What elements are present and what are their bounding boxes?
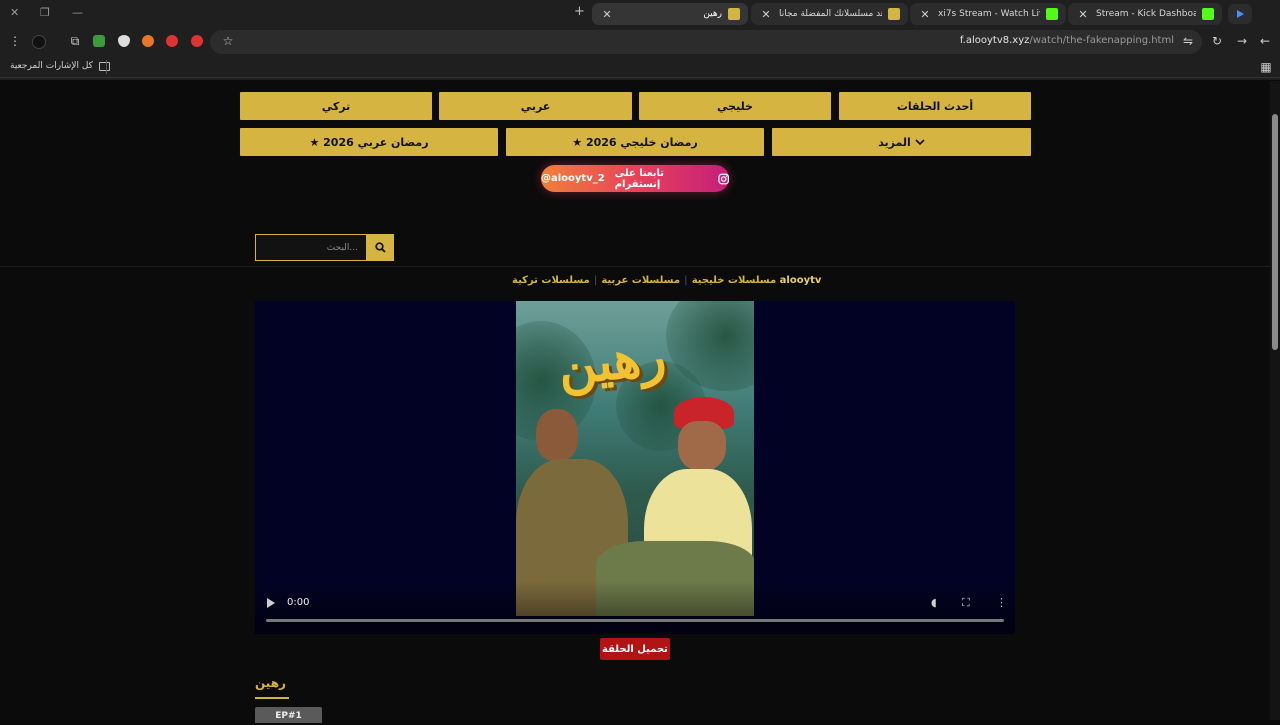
- nav-more[interactable]: المزيد: [772, 128, 1031, 156]
- extension-green-icon[interactable]: [93, 35, 105, 47]
- all-bookmarks-label: كل الإشارات المرجعية: [10, 61, 93, 71]
- bookmarks-bar: [0, 56, 1280, 78]
- poster-figure-left-head: [536, 409, 578, 461]
- nav-turkish[interactable]: تركي: [240, 92, 432, 120]
- series-title-underline: [255, 697, 289, 699]
- tab-title: Stream - Kick Dashboard: [1096, 9, 1196, 19]
- series-title: رهين: [255, 676, 286, 690]
- url-text[interactable]: f.alooytv8.xyz/watch/the-fakenapping.htm…: [960, 35, 1174, 46]
- site-settings-icon[interactable]: ⇋: [1181, 34, 1195, 48]
- tab-title: رهين: [703, 9, 722, 19]
- tab-search-button[interactable]: [1228, 4, 1252, 24]
- instagram-icon: [717, 173, 729, 184]
- close-window-icon[interactable]: ✕: [10, 6, 19, 19]
- search-input[interactable]: [255, 234, 367, 261]
- fullscreen-icon[interactable]: ⛶: [962, 596, 970, 610]
- kick-favicon-icon: [1046, 8, 1058, 20]
- instagram-handle: @alooytv_2: [541, 173, 605, 184]
- instagram-label: تابعنا على إنستقرام: [614, 167, 664, 190]
- bookmark-star-icon[interactable]: ☆: [221, 34, 235, 48]
- play-icon: [1236, 10, 1244, 18]
- header-divider: [0, 266, 1270, 267]
- forward-icon[interactable]: →: [1235, 34, 1249, 48]
- site-favicon-icon: [728, 8, 740, 20]
- reload-icon[interactable]: ↻: [1210, 34, 1224, 48]
- bookmarks-separator: [106, 60, 107, 74]
- restore-window-icon[interactable]: ❐: [40, 6, 50, 19]
- extension-red-2-icon[interactable]: [191, 35, 203, 47]
- tab-alooytv[interactable]: ✕ شاهد مسلسلاتك المفضلة مجانا |: [751, 3, 908, 25]
- breadcrumb-gulf-series[interactable]: مسلسلات خليجية: [692, 275, 776, 286]
- volume-icon[interactable]: ◖: [931, 596, 937, 609]
- close-tab-icon[interactable]: ✕: [1076, 8, 1090, 21]
- close-tab-icon[interactable]: ✕: [600, 8, 614, 21]
- poster-figure-right-head: [678, 421, 726, 471]
- tab-kick-stream[interactable]: ✕ xi7s Stream - Watch Live on Kick: [910, 3, 1066, 25]
- episode-button[interactable]: EP#1: [255, 707, 322, 723]
- tab-title: xi7s Stream - Watch Live on Kick: [938, 9, 1040, 19]
- chevron-down-icon: [915, 138, 925, 145]
- minimize-window-icon[interactable]: —: [72, 6, 83, 19]
- scrollbar-thumb[interactable]: [1272, 114, 1278, 350]
- profile-avatar-icon[interactable]: [32, 35, 46, 49]
- breadcrumb-separator: |: [593, 275, 598, 286]
- nav-ramadan-gulf[interactable]: ★ رمضان خليجي 2026: [506, 128, 764, 156]
- url-path: /watch/the-fakenapping.html: [1029, 35, 1174, 46]
- more-options-icon[interactable]: ⋮: [996, 596, 1007, 609]
- download-episode-button[interactable]: تحميل الحلقة: [600, 638, 670, 660]
- site-favicon-icon: [888, 8, 900, 20]
- search-form: [255, 234, 394, 261]
- folder-icon: [98, 61, 110, 71]
- current-time: 0:00: [287, 597, 310, 608]
- back-icon[interactable]: ←: [1258, 34, 1272, 48]
- close-tab-icon[interactable]: ✕: [918, 8, 932, 21]
- nav-more-label: المزيد: [878, 135, 911, 149]
- search-icon: [375, 242, 386, 253]
- nav-arabic[interactable]: عربي: [439, 92, 632, 120]
- kick-favicon-icon: [1202, 8, 1214, 20]
- video-poster: رهين: [516, 301, 754, 616]
- breadcrumb-arabic-series[interactable]: مسلسلات عربية: [601, 275, 680, 286]
- seek-bar[interactable]: [266, 619, 1004, 622]
- extension-red-icon[interactable]: [166, 35, 178, 47]
- tab-raheen[interactable]: ✕ رهين: [592, 3, 748, 25]
- breadcrumb-separator: |: [684, 275, 688, 286]
- video-player[interactable]: رهين 0:00 ◖ ⛶ ⋮: [255, 301, 1015, 634]
- close-tab-icon[interactable]: ✕: [759, 8, 773, 21]
- nav-ramadan-arabic[interactable]: ★ رمضان عربي 2026: [240, 128, 498, 156]
- nav-gulf[interactable]: خليجي: [639, 92, 831, 120]
- tab-title: شاهد مسلسلاتك المفضلة مجانا |: [779, 9, 882, 19]
- extension-orange-icon[interactable]: [142, 35, 154, 47]
- all-bookmarks-button[interactable]: كل الإشارات المرجعية: [10, 61, 110, 71]
- search-button[interactable]: [367, 234, 394, 261]
- url-host: f.alooytv8.xyz: [959, 35, 1030, 46]
- nav-latest-episodes[interactable]: أحدث الحلقات: [839, 92, 1031, 120]
- instagram-follow-button[interactable]: @alooytv_2 تابعنا على إنستقرام: [541, 165, 729, 192]
- tab-kick-dashboard[interactable]: ✕ Stream - Kick Dashboard: [1068, 3, 1222, 25]
- play-icon[interactable]: [267, 598, 275, 608]
- apps-grid-icon[interactable]: ▦: [1259, 60, 1273, 74]
- breadcrumb-turkish-series[interactable]: مسلسلات تركية: [512, 275, 590, 286]
- breadcrumb-brand[interactable]: alooytv: [780, 275, 822, 286]
- new-tab-icon[interactable]: +: [574, 4, 585, 19]
- tab-strip: ✕ ❐ — + ✕ رهين ✕ شاهد مسلسلاتك المفضلة م…: [0, 0, 1280, 28]
- menu-icon[interactable]: ⋮: [8, 34, 22, 48]
- breadcrumb: alooytv مسلسلات خليجية|مسلسلات عربية|مسل…: [512, 275, 821, 286]
- extensions-puzzle-icon[interactable]: ⧉: [68, 34, 82, 48]
- poster-title: رهين: [555, 325, 669, 398]
- player-controls: [255, 581, 1015, 634]
